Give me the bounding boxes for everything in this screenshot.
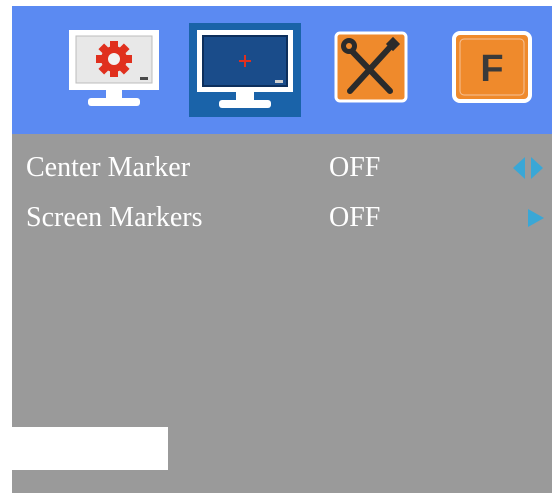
tab-function[interactable]: F [450, 23, 534, 117]
menu-item-label: Center Marker [26, 152, 191, 183]
monitor-crosshair-icon [197, 30, 293, 108]
menu-item-center-marker[interactable]: Center Marker OFF [12, 146, 552, 190]
menu-item-screen-markers[interactable]: Screen Markers OFF [12, 196, 552, 240]
function-f-icon: F [452, 31, 532, 103]
tab-bar: F [12, 6, 552, 134]
redaction-block [12, 427, 168, 470]
tab-picture-settings[interactable] [64, 23, 164, 117]
tab-markers[interactable] [189, 23, 301, 117]
menu-item-value[interactable]: OFF [329, 196, 380, 240]
menu-item-label: Screen Markers [26, 202, 203, 233]
wrench-screwdriver-icon [334, 31, 408, 103]
osd-menu: F Center Marker OFF Screen Markers OFF [0, 0, 552, 493]
left-right-arrows-icon[interactable] [508, 156, 548, 180]
monitor-gear-icon [69, 30, 159, 106]
tab-system-tools[interactable] [330, 23, 414, 117]
function-letter: F [480, 48, 503, 90]
right-arrow-icon[interactable] [508, 206, 548, 230]
menu-item-value[interactable]: OFF [329, 146, 380, 190]
